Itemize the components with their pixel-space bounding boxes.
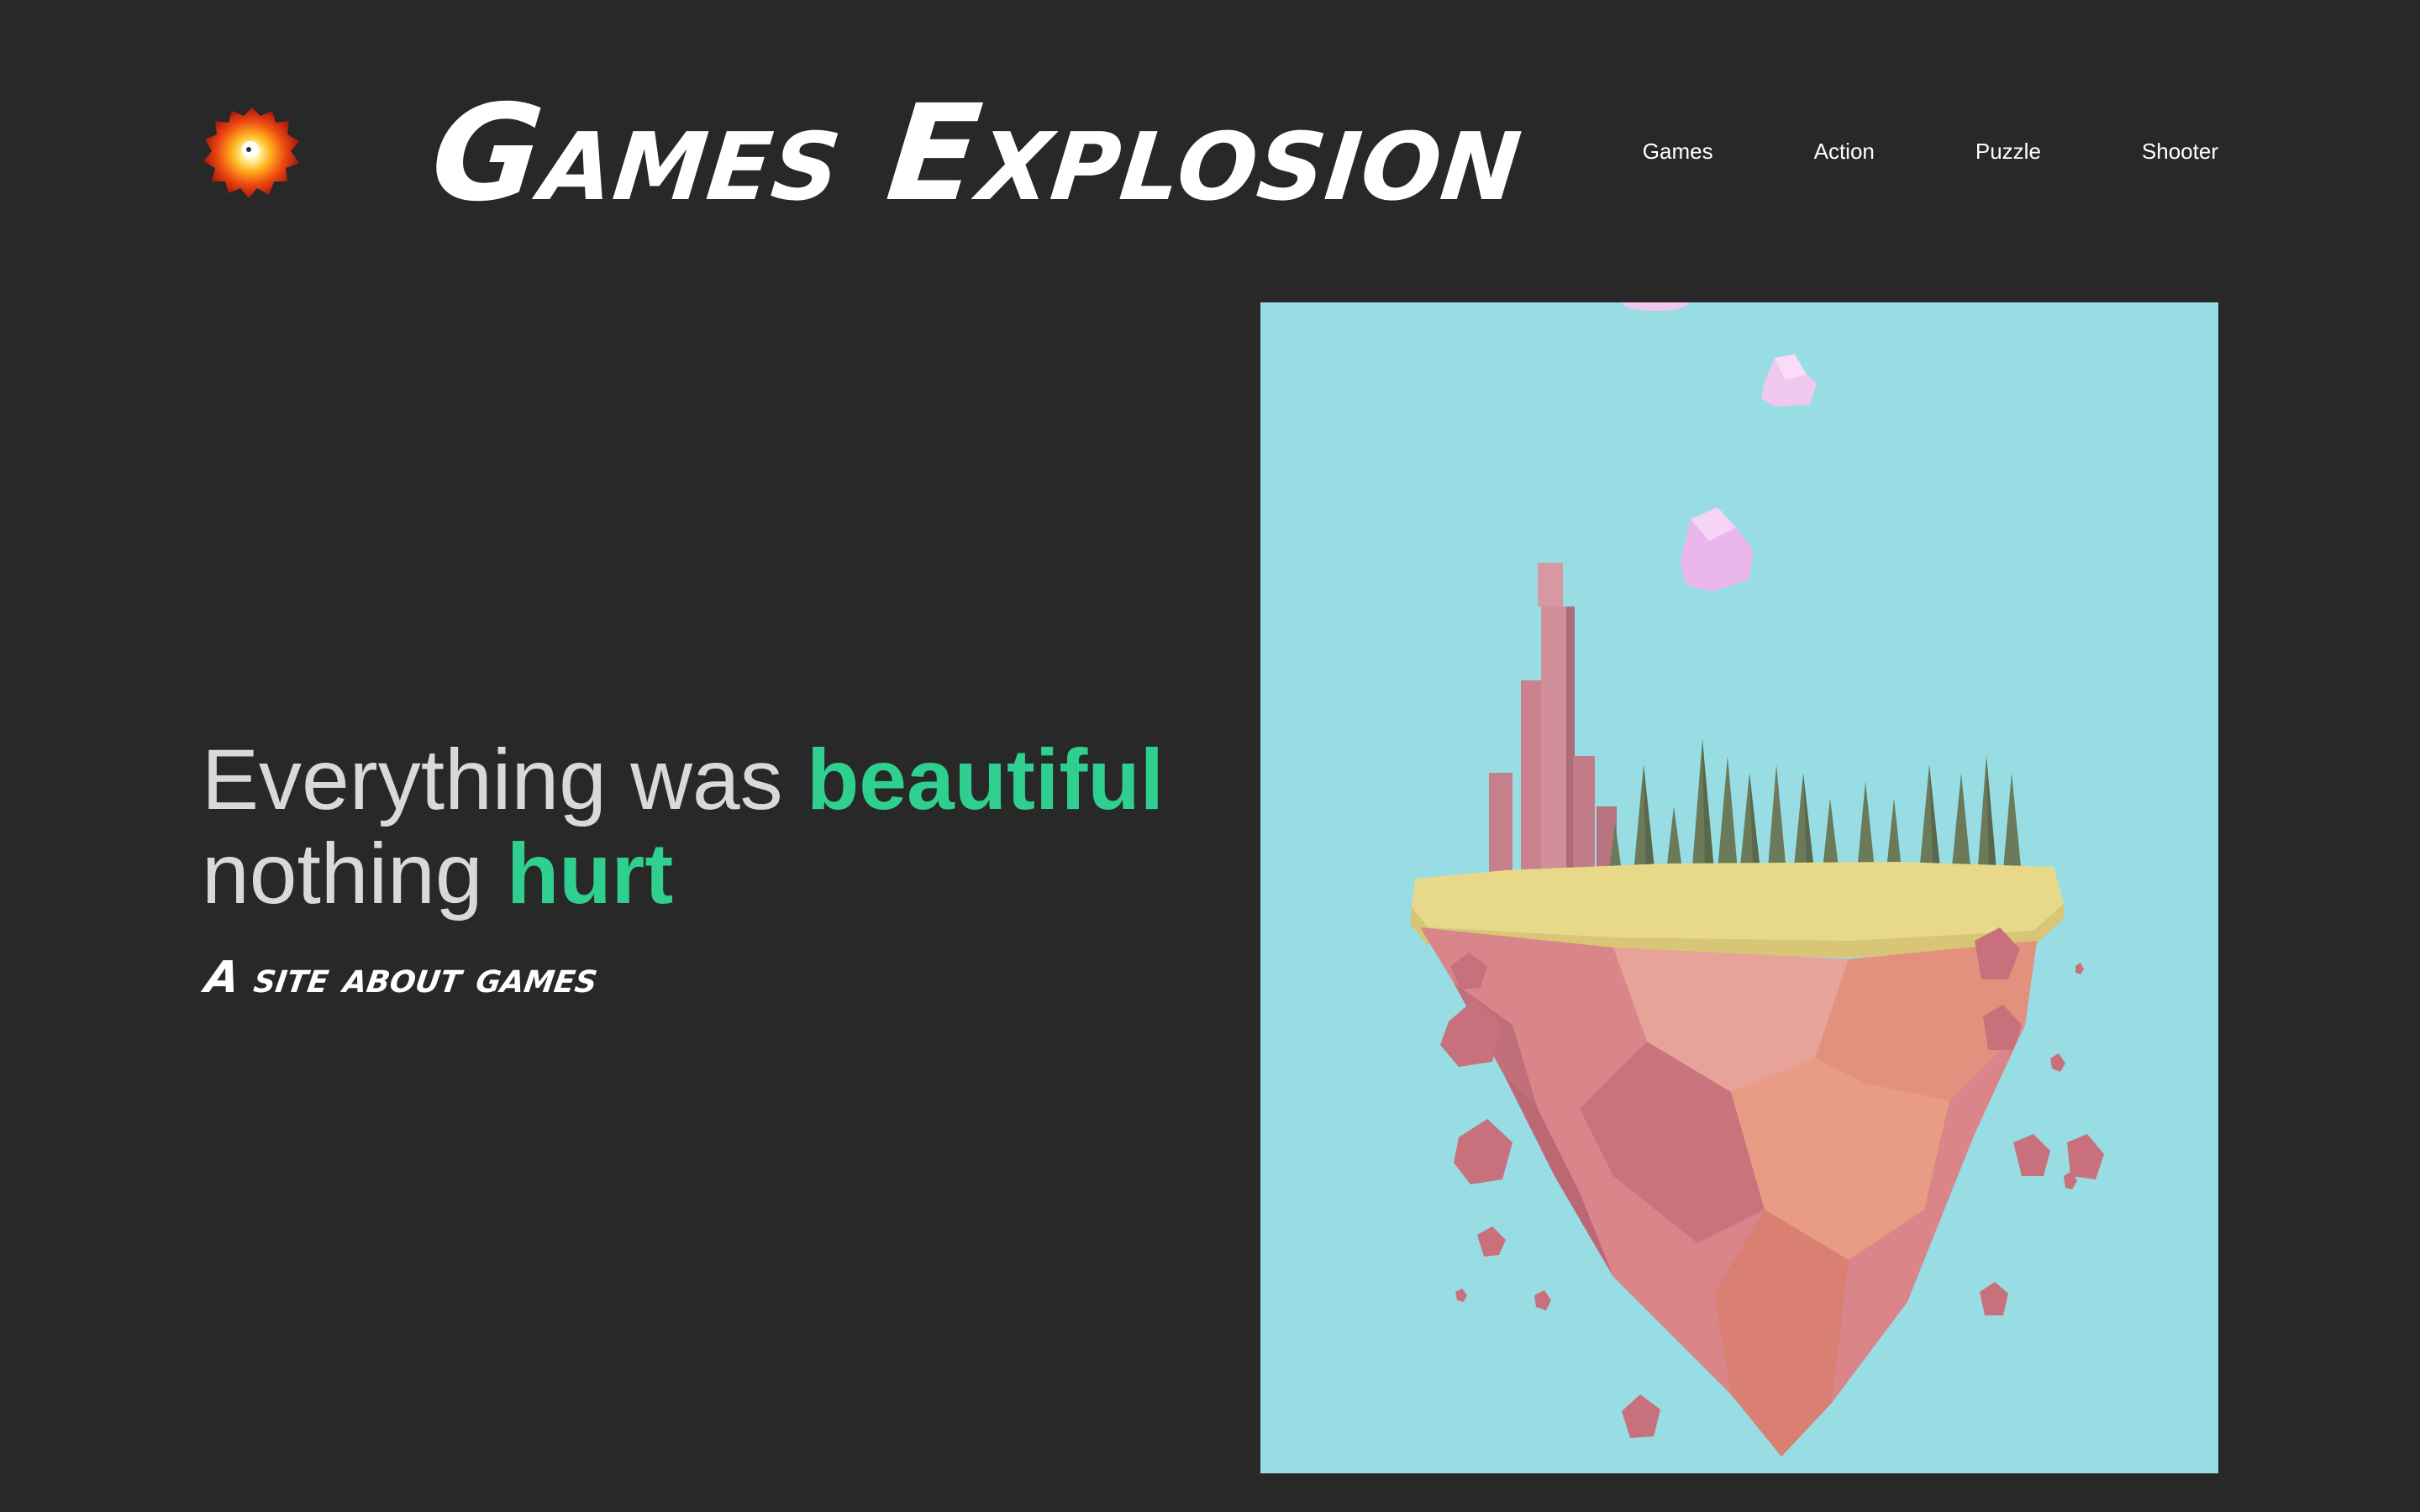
hero-heading: Everything was beautiful nothing hurt [202, 732, 1244, 921]
hero-heading-accent-beautiful: beautiful [806, 732, 1164, 827]
floating-island-image [1260, 302, 2218, 1473]
hero-heading-part1: Everything was [202, 732, 807, 827]
hero-heading-accent-hurt: hurt [506, 826, 674, 921]
cloud-icon [1761, 354, 1817, 407]
main-nav: Games Action Puzzle Shooter [1643, 134, 2218, 168]
nav-link-action[interactable]: Action [1814, 139, 1875, 165]
cloud-icon [1681, 507, 1753, 591]
hero-heading-part2: nothing [202, 826, 507, 921]
explosion-logo-icon[interactable] [202, 106, 302, 200]
site-title[interactable]: Games Explosion [424, 76, 1530, 231]
nav-link-puzzle[interactable]: Puzzle [1975, 139, 2041, 165]
cloud-icon [1622, 302, 1689, 311]
nav-link-shooter[interactable]: Shooter [2142, 139, 2218, 165]
island-rock [1420, 927, 2037, 1457]
tower-block-icon [1489, 563, 1617, 911]
hero-tagline: A site about games [202, 953, 602, 1003]
nav-link-games[interactable]: Games [1643, 139, 1713, 165]
